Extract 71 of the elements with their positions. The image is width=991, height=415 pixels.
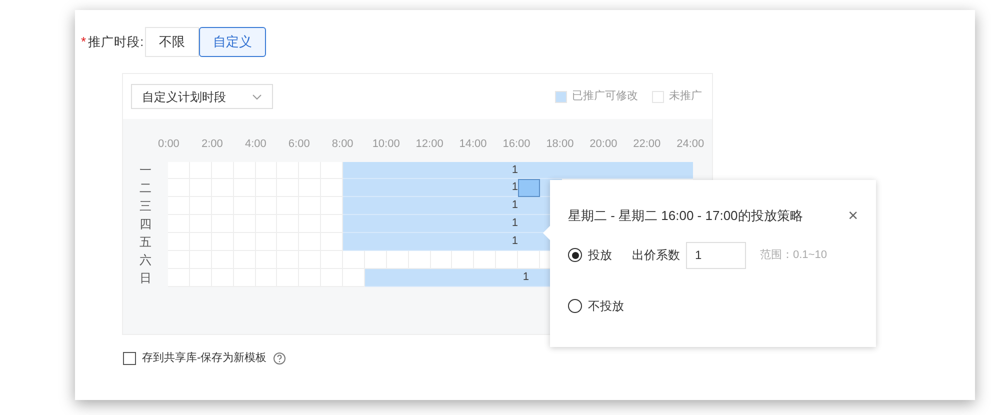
hour-cell[interactable] xyxy=(474,250,496,269)
bid-value: 1 xyxy=(510,234,518,250)
weekday-label: 四 xyxy=(138,216,152,234)
hour-cell[interactable] xyxy=(364,268,387,287)
chevron-down-icon xyxy=(252,94,262,100)
hour-label: 0:00 xyxy=(157,137,180,152)
checkbox[interactable] xyxy=(123,352,136,365)
legend-label: 未推广 xyxy=(669,88,702,104)
hour-cell[interactable] xyxy=(518,250,540,269)
checkbox-label: 存到共享库-保存为新模板 xyxy=(142,350,267,366)
hour-label: 24:00 xyxy=(676,137,706,152)
hour-label: 8:00 xyxy=(330,137,354,152)
hour-cell[interactable] xyxy=(671,162,693,180)
hour-cell[interactable] xyxy=(343,162,365,180)
bid-value: 1 xyxy=(510,216,518,232)
radio-label: 投放 xyxy=(588,247,612,264)
hour-cell[interactable] xyxy=(452,250,474,269)
hour-cell[interactable] xyxy=(386,250,409,269)
hour-cell[interactable] xyxy=(321,250,343,269)
hour-cell[interactable] xyxy=(321,179,343,198)
hour-cell[interactable] xyxy=(496,250,518,269)
hour-cell[interactable] xyxy=(343,233,365,251)
hour-label: 2:00 xyxy=(200,137,224,152)
hour-cell[interactable] xyxy=(343,268,365,287)
weekday-label: 日 xyxy=(138,270,152,287)
hour-cell[interactable] xyxy=(343,197,365,216)
hour-cell[interactable] xyxy=(321,162,343,180)
hour-cell[interactable] xyxy=(321,233,343,251)
hour-label: 4:00 xyxy=(244,137,268,152)
hour-label: 18:00 xyxy=(545,137,575,152)
hour-label: 20:00 xyxy=(588,137,618,152)
help-icon[interactable] xyxy=(272,352,286,365)
bid-value: 1 xyxy=(510,162,518,178)
popover-title: 星期二 - 星期二 16:00 - 17:00的投放策略 xyxy=(568,207,803,225)
hour-label: 6:00 xyxy=(287,137,311,152)
bid-label: 出价系数 xyxy=(632,247,680,264)
hour-label: 16:00 xyxy=(502,137,532,152)
bid-value: 1 xyxy=(510,198,518,214)
hour-label: 12:00 xyxy=(414,137,444,152)
weekday-label: 五 xyxy=(138,234,152,252)
hour-cell[interactable] xyxy=(430,250,452,269)
plan-select[interactable]: 自定义计划时段 xyxy=(131,84,273,109)
weekday-label: 三 xyxy=(138,198,152,216)
segment-tab[interactable]: 自定义 xyxy=(199,27,266,57)
weekday-label: 二 xyxy=(138,180,152,198)
radio-label: 不投放 xyxy=(588,298,624,314)
hour-cell[interactable] xyxy=(343,179,365,198)
selected-hour-cell[interactable] xyxy=(518,179,540,198)
radio-button[interactable] xyxy=(568,248,582,262)
close-button[interactable]: × xyxy=(848,207,858,224)
hour-label: 14:00 xyxy=(458,137,488,152)
hour-cell[interactable] xyxy=(321,197,343,216)
hour-cell[interactable] xyxy=(496,179,518,198)
segment-tab[interactable]: 不限 xyxy=(145,27,199,57)
bid-input[interactable]: 1 xyxy=(686,242,746,268)
weekday-label: 六 xyxy=(138,252,152,269)
hour-cell[interactable] xyxy=(408,250,430,269)
legend-label: 已推广可修改 xyxy=(572,88,638,104)
range-hint: 范围：0.1~10 xyxy=(760,248,827,263)
hour-label: 22:00 xyxy=(632,137,662,152)
hour-cell[interactable] xyxy=(343,215,365,234)
radio-button[interactable] xyxy=(568,298,582,312)
hour-cell[interactable] xyxy=(343,250,365,269)
hour-label: 10:00 xyxy=(371,137,401,152)
hour-cell[interactable] xyxy=(321,215,343,234)
hour-cell[interactable] xyxy=(364,250,387,269)
weekday-label: 一 xyxy=(138,162,152,180)
field-label: 推广时段: xyxy=(88,34,144,51)
bid-value: 1 xyxy=(522,270,529,285)
bid-value: 1 xyxy=(510,180,518,196)
required-mark: * xyxy=(81,33,86,52)
